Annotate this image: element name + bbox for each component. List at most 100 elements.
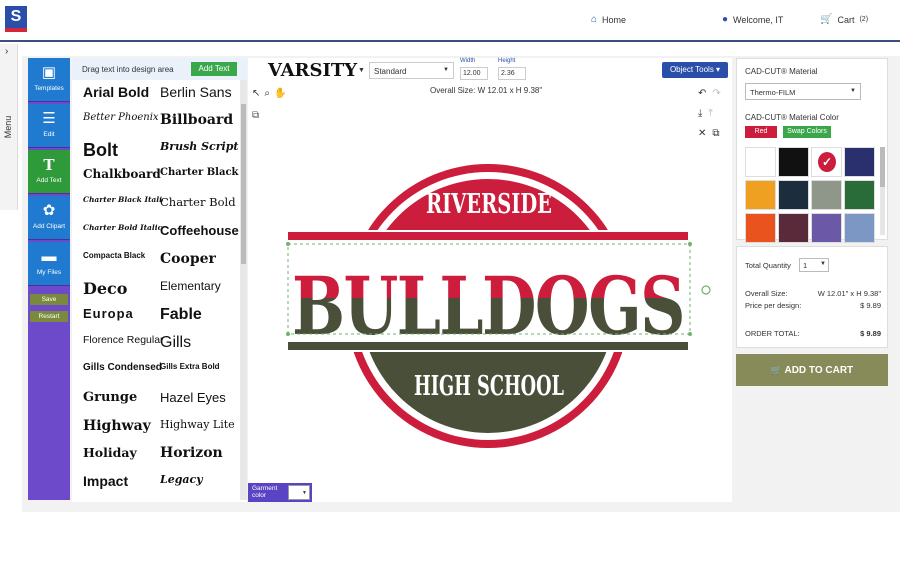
design-canvas[interactable]: ↖ ⌕ ✋ ⧉ Overall Size: W 12.01 x H 9.38" …	[248, 84, 732, 502]
save-button[interactable]: Save	[30, 294, 68, 305]
color-swatch[interactable]	[778, 213, 809, 243]
font-option[interactable]: Billboard	[160, 112, 240, 134]
scroll-thumb[interactable]	[880, 147, 885, 187]
tool-add-clipart[interactable]: ✿ Add Clipart	[28, 196, 70, 240]
font-option[interactable]: Highway	[83, 418, 163, 440]
nav-welcome[interactable]: ● Welcome, IT	[722, 14, 783, 25]
font-list-scrollbar[interactable]	[240, 80, 247, 500]
menu-strip[interactable]: › Menu	[0, 44, 18, 210]
color-swatch[interactable]	[745, 147, 776, 177]
tool-templates[interactable]: ▣ Templates	[28, 58, 70, 102]
selection-handle[interactable]	[286, 332, 290, 336]
font-option[interactable]: Charter Bold	[160, 195, 240, 217]
color-swatch[interactable]	[778, 180, 809, 210]
total-row: ORDER TOTAL: $ 9.89	[745, 329, 881, 338]
width-field: Width 12.00	[460, 58, 488, 80]
font-option[interactable]: Hazel Eyes	[160, 390, 240, 412]
top-text: RIVERSIDE	[426, 189, 552, 220]
font-option[interactable]: Horizon	[160, 445, 240, 467]
quantity-select[interactable]: 1 ▼	[799, 258, 829, 272]
folder-icon: ▬	[41, 248, 57, 265]
font-option[interactable]: Bolt	[83, 140, 163, 162]
font-panel: Drag text into design area Add Text Aria…	[72, 58, 247, 502]
font-option[interactable]: Elementary	[160, 279, 240, 301]
font-option[interactable]: Charter Bold Italic	[83, 223, 163, 245]
font-option[interactable]: Chalkboard	[83, 167, 163, 189]
band-top-line	[288, 232, 688, 240]
color-swatch[interactable]	[778, 147, 809, 177]
width-input[interactable]: 12.00	[460, 67, 488, 80]
swatch-scrollbar[interactable]	[880, 147, 885, 235]
font-option[interactable]: Europa	[83, 306, 163, 328]
selection-handle[interactable]	[688, 332, 692, 336]
nav-home-label: Home	[602, 14, 627, 25]
color-swatch[interactable]	[811, 213, 842, 243]
font-option[interactable]: Fable	[160, 306, 240, 328]
object-tools-button[interactable]: Object Tools ▾	[662, 62, 728, 78]
style-select[interactable]: Standard ▼	[369, 62, 454, 79]
add-text-button[interactable]: Add Text	[191, 62, 237, 76]
font-option[interactable]: Berlin Sans	[160, 84, 240, 106]
font-option[interactable]: Gills Condensed	[83, 362, 163, 384]
font-option[interactable]: Better Phoenix	[83, 112, 163, 134]
font-option[interactable]: Charter Black Italic	[83, 195, 163, 217]
logo-mark: S	[10, 8, 22, 25]
overall-label: Overall Size:	[745, 289, 788, 298]
font-panel-header: Drag text into design area Add Text	[72, 58, 247, 80]
design-artwork[interactable]: BULLDOGS BULLDOGS RIVERSIDE HIGH SCHOOL	[248, 84, 732, 502]
scroll-thumb[interactable]	[241, 104, 246, 264]
restart-button[interactable]: Restart	[30, 311, 68, 322]
chevron-right-icon[interactable]: ›	[5, 46, 8, 57]
chevron-down-icon: ▼	[302, 490, 307, 496]
rotate-handle-icon[interactable]	[701, 285, 711, 295]
color-swatch[interactable]	[844, 147, 875, 177]
nav-home[interactable]: ⌂ Home	[591, 14, 626, 25]
font-option[interactable]: Charter Black	[160, 167, 240, 189]
selected-font[interactable]: VARSITY	[268, 60, 357, 81]
color-swatch[interactable]	[745, 180, 776, 210]
height-input[interactable]: 2.36	[498, 67, 526, 80]
tool-label: Edit	[43, 131, 55, 138]
add-to-cart-button[interactable]: 🛒 ADD TO CART	[736, 354, 888, 386]
tool-my-files[interactable]: ▬ My Files	[28, 242, 70, 286]
font-option[interactable]: Holiday	[83, 445, 163, 467]
font-option[interactable]: Brush Script	[160, 140, 240, 162]
tool-label: Templates	[34, 85, 64, 92]
price-value: $ 9.89	[860, 301, 881, 310]
garment-color-control[interactable]: Garment color ▼	[248, 483, 312, 502]
font-option[interactable]: Gills	[160, 334, 240, 356]
color-swatch[interactable]	[844, 213, 875, 243]
font-option[interactable]: Arial Bold	[83, 84, 163, 106]
check-icon: ✓	[816, 150, 838, 174]
material-select[interactable]: Thermo-FILM ▼	[745, 83, 861, 100]
material-panel: CAD-CUT® Material Thermo-FILM ▼ CAD-CUT®…	[736, 58, 888, 243]
garment-swatch[interactable]: ▼	[288, 485, 310, 500]
font-option[interactable]: Deco	[83, 279, 163, 301]
selection-handle[interactable]	[688, 242, 692, 246]
font-option[interactable]: Impact	[83, 473, 163, 495]
color-swatch[interactable]	[745, 213, 776, 243]
font-option[interactable]: Florence Regular	[83, 334, 163, 356]
font-option[interactable]: Gills Extra Bold	[160, 362, 240, 384]
color-swatch[interactable]	[844, 180, 875, 210]
logo[interactable]: S	[5, 6, 27, 32]
font-option[interactable]: Highway Lite	[160, 418, 240, 440]
swap-colors-button[interactable]: Swap Colors	[783, 126, 831, 138]
font-option[interactable]: Compacta Black	[83, 251, 163, 273]
font-option[interactable]: Legacy	[160, 473, 240, 495]
font-dropdown-caret-icon[interactable]: ▼	[358, 67, 365, 74]
selection-handle[interactable]	[286, 242, 290, 246]
color-swatches: ✓	[745, 147, 875, 243]
font-option[interactable]: Cooper	[160, 251, 240, 273]
color-swatch[interactable]: ✓	[811, 147, 842, 177]
tool-edit[interactable]: ☰ Edit	[28, 104, 70, 148]
font-option[interactable]: Grunge	[83, 390, 163, 412]
tool-add-text[interactable]: T Add Text	[28, 150, 70, 194]
nav-cart[interactable]: 🛒 Cart (2)	[820, 14, 868, 25]
overall-value: W 12.01" x H 9.38"	[817, 289, 881, 298]
height-label: Height	[498, 58, 516, 64]
order-summary: Total Quantity 1 ▼ Overall Size: W 12.01…	[736, 246, 888, 348]
font-option[interactable]: Coffeehouse	[160, 223, 240, 245]
color-swatch[interactable]	[811, 180, 842, 210]
text-icon: T	[43, 156, 55, 174]
